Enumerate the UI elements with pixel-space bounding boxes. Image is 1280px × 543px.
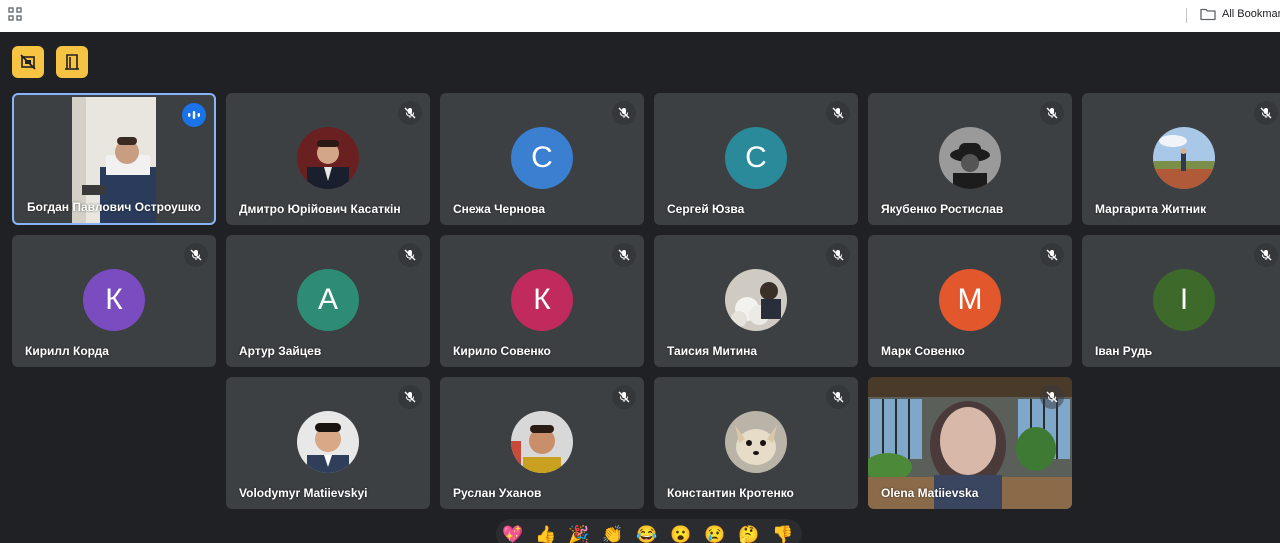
speaking-indicator [182,103,206,127]
participant-photo [939,127,1001,189]
participant-avatar: К [83,269,145,331]
muted-indicator [612,101,636,125]
muted-indicator [398,101,422,125]
participant-photo [511,411,573,473]
mic-off-icon [618,107,630,119]
participant-tile[interactable]: Таисия Митина [654,235,858,367]
participant-name: Сергей Юзва [667,202,745,216]
mic-off-icon [1260,249,1272,261]
reaction-party-popper-button[interactable]: 🎉 [568,524,590,543]
participant-tile[interactable]: К Кирилл Корда [12,235,216,367]
participant-name: Таисия Митина [667,344,758,358]
bookmarks-bar: All Bookmarks [0,0,1280,32]
mic-off-icon [404,391,416,403]
participant-tile[interactable]: С Снежа Чернова [440,93,644,225]
participant-name: Іван Рудь [1095,344,1153,358]
participant-tile[interactable]: С Сергей Юзва [654,93,858,225]
muted-indicator [826,243,850,267]
muted-indicator [1254,243,1278,267]
reaction-thinking-face-button[interactable]: 🤔 [738,524,760,543]
participant-photo [297,127,359,189]
mic-off-icon [1046,107,1058,119]
mic-off-icon [618,391,630,403]
participant-avatar: С [511,127,573,189]
participant-photo [297,411,359,473]
participant-name: Марк Совенко [881,344,965,358]
participant-avatar: К [511,269,573,331]
mic-off-icon [832,107,844,119]
mic-off-icon [1046,249,1058,261]
participant-tile[interactable]: І Іван Рудь [1082,235,1280,367]
participant-avatar: С [725,127,787,189]
participant-name: Руслан Уханов [453,486,542,500]
mic-off-icon [404,107,416,119]
muted-indicator [1254,101,1278,125]
muted-indicator [1040,385,1064,409]
reaction-sad-face-button[interactable]: 😢 [704,524,726,543]
reaction-thumbs-up-button[interactable]: 👍 [535,524,557,543]
participant-name: Якубенко Ростислав [881,202,1004,216]
participant-name: Кирило Совенко [453,344,551,358]
participant-avatar: М [939,269,1001,331]
participant-tile[interactable]: Маргарита Житник [1082,93,1280,225]
muted-indicator [826,101,850,125]
muted-indicator [612,385,636,409]
muted-indicator [826,385,850,409]
mic-off-icon [832,391,844,403]
participant-name: Константин Кротенко [667,486,794,500]
reaction-thumbs-down-button[interactable]: 👎 [772,524,794,543]
reaction-clapping-hands-button[interactable]: 👏 [602,524,624,543]
participant-tile[interactable]: Дмитро Юрійович Касаткін [226,93,430,225]
exit-door-icon [65,54,79,70]
mic-off-icon [190,249,202,261]
muted-indicator [184,243,208,267]
audio-level-icon [188,111,200,119]
mic-off-icon [832,249,844,261]
participant-name: Volodymyr Matiievskyi [239,486,368,500]
muted-indicator [612,243,636,267]
all-bookmarks-link[interactable]: All Bookmarks [1222,8,1280,20]
participant-tile[interactable]: Якубенко Ростислав [868,93,1072,225]
reaction-tears-of-joy-button[interactable]: 😂 [636,524,658,543]
mic-off-icon [404,249,416,261]
participant-tile[interactable]: Константин Кротенко [654,377,858,509]
participant-name: Кирилл Корда [25,344,109,358]
reactions-bar: 💖 👍 🎉 👏 😂 😮 😢 🤔 👎 [496,519,802,543]
no-video-tiles-icon [20,54,36,70]
apps-grid-icon[interactable] [8,7,22,21]
muted-indicator [398,385,422,409]
muted-indicator [398,243,422,267]
participant-tile[interactable]: К Кирило Совенко [440,235,644,367]
participant-photo [725,411,787,473]
participant-name: Снежа Чернова [453,202,545,216]
participant-name: Богдан Павлович Остроушко [27,200,201,214]
mic-off-icon [1046,391,1058,403]
folder-icon[interactable] [1200,7,1216,21]
participant-tile[interactable]: Богдан Павлович Остроушко [12,93,216,225]
participant-name: Дмитро Юрійович Касаткін [239,202,401,216]
participant-avatar: А [297,269,359,331]
participant-name: Olena Matiievska [881,486,979,500]
participant-name: Маргарита Житник [1095,202,1207,216]
participant-tile[interactable]: М Марк Совенко [868,235,1072,367]
participant-avatar: І [1153,269,1215,331]
muted-indicator [1040,101,1064,125]
reaction-sparkling-heart-button[interactable]: 💖 [502,524,524,543]
participant-tile[interactable]: Руслан Уханов [440,377,644,509]
participant-photo [725,269,787,331]
participant-tile[interactable]: Olena Matiievska [868,377,1072,509]
bookmarks-divider [1186,8,1187,23]
reaction-surprised-face-button[interactable]: 😮 [670,524,692,543]
muted-indicator [1040,243,1064,267]
participant-tile[interactable]: Volodymyr Matiievskyi [226,377,430,509]
participant-tile[interactable]: А Артур Зайцев [226,235,430,367]
exit-button[interactable] [56,46,88,78]
participant-photo [1153,127,1215,189]
hide-no-video-tiles-button[interactable] [12,46,44,78]
participant-name: Артур Зайцев [239,344,322,358]
mic-off-icon [618,249,630,261]
mic-off-icon [1260,107,1272,119]
